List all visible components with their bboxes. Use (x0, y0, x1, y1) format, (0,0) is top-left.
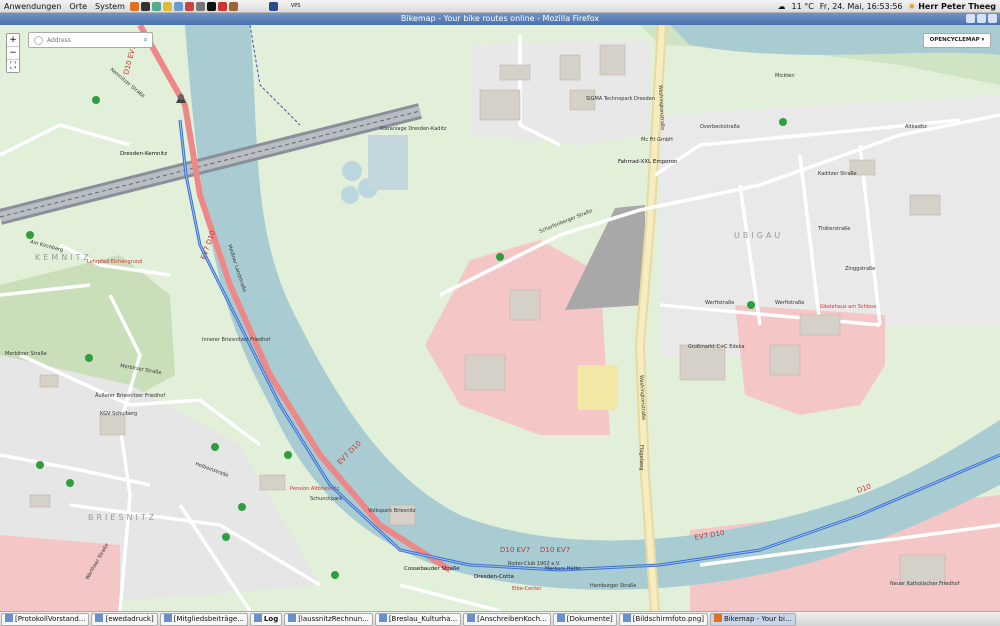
location-icon (34, 36, 43, 45)
tool-launcher-icon[interactable] (228, 1, 238, 11)
taskbar-item[interactable]: [Dokumente] (552, 612, 617, 626)
document-icon (95, 613, 104, 622)
chevron-down-icon: ▾ (981, 37, 985, 43)
poi-label: Elbe-Center (512, 586, 542, 592)
sun-icon: ✹ (908, 1, 916, 11)
log-icon (253, 613, 262, 622)
street-label: Thäterstraße (817, 226, 850, 232)
office-launcher-icon[interactable] (184, 1, 194, 11)
street-label: Werftstraße (775, 300, 804, 306)
taskbar-item[interactable]: [Breslau_Kulturha... (374, 612, 462, 626)
zoom-in-button[interactable]: + (7, 34, 19, 47)
poi-label: Äußerer Briesnitzer Friedhof (95, 392, 165, 399)
poi-label: Merkurs Hütte (545, 566, 581, 572)
document-icon (288, 613, 297, 622)
poi-label: Pension Altbriesnitz (290, 486, 339, 492)
map-canvas[interactable]: KEMNITZ BRIESNITZ UBIGAU Mickten Scharfe… (0, 25, 1000, 611)
pdf-launcher-icon[interactable] (206, 1, 216, 11)
route-label: D10 EV7 (540, 546, 570, 554)
files-launcher-icon[interactable] (173, 1, 183, 11)
parking-lot (578, 365, 618, 410)
street-label: Overbeckstraße (700, 124, 740, 130)
basin (342, 161, 362, 181)
poi-label: Volkspark Briesnitz (368, 508, 416, 514)
zoom-control: + − ⛶ (6, 33, 20, 73)
poi-label: SIGMA Technopark Dresden (586, 96, 655, 102)
address-search: ⌕ (28, 32, 153, 48)
basin (341, 186, 359, 204)
address-input[interactable] (45, 35, 144, 45)
taskbar-item[interactable]: [AnschreibenKoch... (463, 612, 551, 626)
places-menu[interactable]: Orte (65, 2, 91, 11)
maximize-icon[interactable] (977, 14, 986, 23)
poi-label: Innerer Briesnitzer Friedhof (202, 337, 270, 343)
user-name[interactable]: Herr Peter Theeg (918, 2, 1000, 11)
poi-label: Schunckpark (310, 496, 342, 502)
document-icon (163, 613, 172, 622)
map-view[interactable]: KEMNITZ BRIESNITZ UBIGAU Mickten Scharfe… (0, 25, 1000, 611)
street-label: Kaditzer Straße (818, 171, 857, 177)
editor-launcher-icon[interactable] (151, 1, 161, 11)
taskbar-item[interactable]: Log (249, 612, 283, 626)
taskbar-item[interactable]: [Bildschirmfoto.png] (618, 612, 708, 626)
district-label: KEMNITZ (35, 253, 92, 262)
vps-label[interactable]: VPS (291, 3, 301, 9)
document-icon (5, 613, 13, 622)
street-label: Hamburger Straße (590, 583, 636, 589)
close-icon[interactable] (988, 14, 997, 23)
street-label: Zinggstraße (845, 266, 875, 272)
text-launcher-icon[interactable] (195, 1, 205, 11)
minimize-icon[interactable] (966, 14, 975, 23)
poi-label: Dresden-Kemnitz (120, 151, 167, 157)
taskbar-item-active[interactable]: Bikemap - Your bi... (710, 612, 796, 626)
street-label: Cossebauder Straße (404, 566, 460, 572)
route-label: D10 EV7 (500, 546, 530, 554)
street-label: Altkaditz (905, 124, 927, 130)
terminal-launcher-icon[interactable] (140, 1, 150, 11)
poi-label: Neuer Katholischer Friedhof (890, 581, 960, 587)
top-panel: Anwendungen Orte System VPS ☁ 11 °C Fr, … (0, 0, 1000, 13)
window-title: Bikemap - Your bike routes online - Mozi… (400, 14, 600, 23)
search-icon[interactable]: ⌕ (144, 35, 148, 45)
layer-select-button[interactable]: OPENCYCLEMAP ▾ (923, 33, 991, 48)
applications-menu[interactable]: Anwendungen (0, 2, 65, 11)
image-icon (622, 613, 631, 622)
poi-label: KGV Schulberg (100, 411, 137, 417)
network-launcher-icon[interactable] (268, 1, 278, 11)
window-titlebar[interactable]: Bikemap - Your bike routes online - Mozi… (0, 13, 1000, 25)
document-icon (378, 613, 387, 622)
poi-label: Großmarkt C+C Edeka (688, 344, 745, 350)
zoom-out-button[interactable]: − (7, 47, 19, 60)
fullscreen-icon[interactable]: ⛶ (7, 60, 19, 72)
taskbar-item[interactable]: [Mitgliedsbeiträge... (159, 612, 248, 626)
district-label: Mickten (775, 73, 795, 79)
taskbar-item[interactable]: [ewedadruck] (91, 612, 158, 626)
street-label: Werftstraße (705, 300, 734, 306)
media-launcher-icon[interactable] (217, 1, 227, 11)
weather-icon: ☁ (777, 1, 786, 11)
notes-launcher-icon[interactable] (162, 1, 172, 11)
street-label: Flügelweg (638, 445, 644, 470)
taskbar-item[interactable]: [laussnitzRechnun... (284, 612, 373, 626)
document-icon (467, 613, 476, 622)
poi-label: Lehrpfad Eichengrund (87, 259, 142, 265)
firefox-launcher-icon[interactable] (129, 1, 139, 11)
poi-label: Fahrrad-XXL Emporon (618, 159, 678, 165)
clock[interactable]: Fr, 24. Mai, 16:53:56 (817, 2, 906, 11)
basin-block (368, 135, 408, 190)
system-menu[interactable]: System (91, 2, 129, 11)
district-label: BRIESNITZ (88, 513, 157, 522)
layer-select-label: OPENCYCLEMAP (929, 37, 980, 43)
firefox-icon (714, 613, 722, 622)
district-label: UBIGAU (734, 231, 783, 240)
street-label: Merbitzer Straße (5, 351, 47, 357)
poi-label: Gästehaus am Schloss (820, 304, 877, 310)
poi-label: Kläranlage Dresden-Kaditz (380, 126, 447, 132)
poi-label: Dresden-Cotta (474, 574, 514, 580)
taskbar: [ProtokollVorstand... [ewedadruck] [Mitg… (0, 611, 1000, 626)
taskbar-item[interactable]: [ProtokollVorstand... (1, 612, 90, 626)
poi-label: Mc Fit GmbH (641, 137, 673, 143)
weather-temp[interactable]: 11 °C (788, 2, 816, 11)
folder-icon (556, 613, 565, 622)
